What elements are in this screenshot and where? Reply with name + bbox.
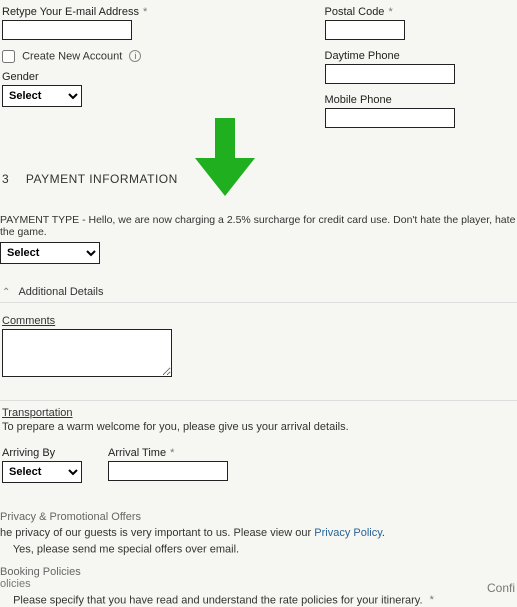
create-account-label: Create New Account — [22, 50, 122, 62]
transportation-header: Transportation — [2, 407, 73, 419]
mobile-phone-input[interactable] — [325, 108, 455, 128]
mobile-phone-label: Mobile Phone — [325, 94, 392, 106]
payment-type-select[interactable]: Select — [0, 242, 100, 264]
additional-details-toggle[interactable]: ⌃ Additional Details — [0, 282, 517, 303]
offers-label: Yes, please send me special offers over … — [13, 543, 239, 555]
caret-up-icon: ⌃ — [2, 287, 16, 298]
payment-type-note: PAYMENT TYPE - Hello, we are now chargin… — [0, 212, 517, 242]
gender-select[interactable]: Select — [2, 85, 82, 107]
comments-label: Comments — [2, 315, 55, 327]
booking-sub: olicies — [0, 578, 517, 590]
required-mark: * — [170, 447, 174, 459]
create-account-checkbox[interactable] — [2, 50, 15, 63]
transportation-note: To prepare a warm welcome for you, pleas… — [2, 421, 349, 433]
postal-input[interactable] — [325, 20, 405, 40]
section-number: 3 — [2, 172, 22, 186]
section-title: PAYMENT INFORMATION — [26, 172, 178, 186]
privacy-policy-link[interactable]: Privacy Policy — [314, 527, 382, 539]
privacy-text-post: . — [382, 527, 385, 539]
info-icon[interactable]: i — [129, 50, 141, 62]
comments-textarea[interactable] — [2, 329, 172, 377]
daytime-phone-label: Daytime Phone — [325, 50, 400, 62]
booking-header: Booking Policies — [0, 566, 517, 578]
arrival-time-input[interactable] — [108, 461, 228, 481]
required-mark: * — [388, 6, 392, 18]
additional-details-label: Additional Details — [18, 286, 103, 298]
required-mark: * — [430, 594, 434, 606]
policies-label: Please specify that you have read and un… — [13, 594, 422, 606]
gender-label: Gender — [2, 71, 39, 83]
arrival-time-label: Arrival Time — [108, 447, 166, 459]
privacy-header: Privacy & Promotional Offers — [0, 511, 517, 523]
arriving-by-label: Arriving By — [2, 447, 55, 459]
privacy-text: he privacy of our guests is very importa… — [0, 527, 314, 539]
required-mark: * — [143, 6, 147, 18]
postal-label: Postal Code — [325, 6, 385, 18]
retype-email-label: Retype Your E-mail Address — [2, 6, 139, 18]
confirm-text: Confi — [487, 581, 515, 595]
arriving-by-select[interactable]: Select — [2, 461, 82, 483]
daytime-phone-input[interactable] — [325, 64, 455, 84]
retype-email-input[interactable] — [2, 20, 132, 40]
